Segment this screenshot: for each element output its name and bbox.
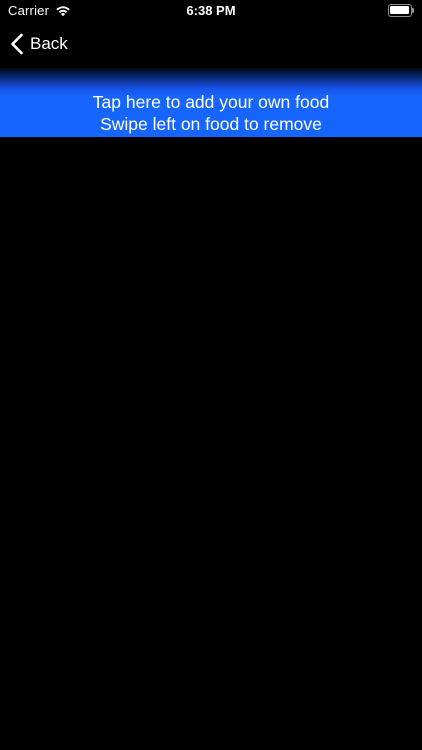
chevron-left-icon [11, 33, 23, 55]
status-bar: Carrier 6:38 PM [0, 0, 422, 22]
add-food-banner[interactable]: Tap here to add your own food Swipe left… [0, 68, 422, 137]
back-button[interactable]: Back [10, 31, 68, 57]
battery-cap [412, 8, 414, 13]
battery-fill [390, 6, 409, 14]
back-button-label: Back [30, 34, 68, 53]
add-food-hint: Tap here to add your own food [92, 92, 330, 112]
navigation-bar: Back [0, 22, 422, 66]
clock: 6:38 PM [186, 3, 236, 18]
food-list[interactable] [0, 137, 422, 750]
remove-food-hint: Swipe left on food to remove [100, 114, 322, 134]
battery-icon [388, 4, 414, 17]
